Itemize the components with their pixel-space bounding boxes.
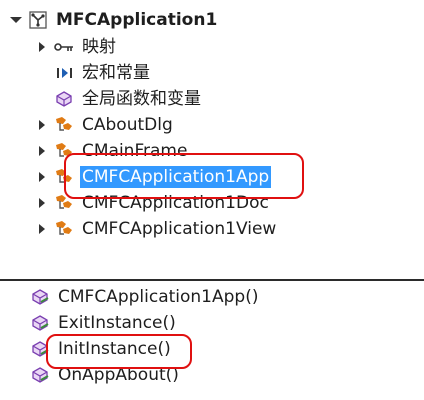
- pane-splitter[interactable]: [0, 272, 424, 282]
- method-icon: [30, 313, 50, 333]
- tree-item-label: 映射: [82, 37, 116, 57]
- member-item-exitinstance[interactable]: ExitInstance(): [30, 311, 178, 335]
- class-icon: [54, 141, 74, 161]
- tree-item-label: CMainFrame: [82, 141, 188, 161]
- tree-item-class-cmfcapplication1app[interactable]: CMFCApplication1App: [36, 165, 272, 189]
- member-label: InitInstance(): [58, 339, 171, 359]
- expand-arrow-icon[interactable]: [36, 139, 48, 163]
- member-item-onappabout[interactable]: OnAppAbout(): [30, 363, 181, 387]
- map-icon: [54, 37, 74, 57]
- tree-item-globals[interactable]: 全局函数和变量: [36, 87, 203, 111]
- project-icon: [28, 10, 48, 30]
- class-icon: [54, 115, 74, 135]
- tree-item-macros[interactable]: 宏和常量: [36, 61, 152, 85]
- collapse-arrow-icon[interactable]: [10, 8, 22, 32]
- tree-item-label: CMFCApplication1Doc: [82, 193, 269, 213]
- tree-item-class-cmfcapplication1view[interactable]: CMFCApplication1View: [36, 217, 278, 241]
- global-functions-icon: [54, 89, 74, 109]
- expand-arrow-icon[interactable]: [36, 165, 48, 189]
- tree-item-label: 全局函数和变量: [82, 89, 201, 109]
- project-label: MFCApplication1: [56, 10, 218, 30]
- class-icon: [54, 219, 74, 239]
- tree-item-label: 宏和常量: [82, 63, 150, 83]
- tree-item-label: CMFCApplication1View: [82, 219, 277, 239]
- class-view-pane: MFCApplication1 映射 宏和常量 全局函数和变量 CAboutDl…: [0, 0, 424, 273]
- method-icon: [30, 287, 50, 307]
- method-icon: [30, 365, 50, 385]
- tree-item-label-selected: CMFCApplication1App: [80, 166, 272, 188]
- class-icon: [54, 167, 74, 187]
- member-label: OnAppAbout(): [58, 365, 179, 385]
- class-icon: [54, 193, 74, 213]
- member-label: ExitInstance(): [58, 313, 176, 333]
- tree-item-label: CAboutDlg: [82, 115, 173, 135]
- macro-icon: [54, 63, 74, 83]
- expand-arrow-icon[interactable]: [36, 217, 48, 241]
- tree-item-class-caboutdlg[interactable]: CAboutDlg: [36, 113, 175, 137]
- tree-root[interactable]: MFCApplication1: [10, 8, 219, 32]
- tree-item-class-cmainframe[interactable]: CMainFrame: [36, 139, 189, 163]
- member-label: CMFCApplication1App(): [58, 287, 259, 307]
- method-icon: [30, 339, 50, 359]
- tree-item-maps[interactable]: 映射: [36, 35, 118, 59]
- expand-arrow-icon[interactable]: [36, 35, 48, 59]
- expand-arrow-icon[interactable]: [36, 191, 48, 215]
- tree-item-class-cmfcapplication1doc[interactable]: CMFCApplication1Doc: [36, 191, 271, 215]
- members-pane: CMFCApplication1App() ExitInstance() Ini…: [0, 282, 424, 400]
- member-item-constructor[interactable]: CMFCApplication1App(): [30, 285, 260, 309]
- expand-arrow-icon[interactable]: [36, 113, 48, 137]
- member-item-initinstance[interactable]: InitInstance(): [30, 337, 173, 361]
